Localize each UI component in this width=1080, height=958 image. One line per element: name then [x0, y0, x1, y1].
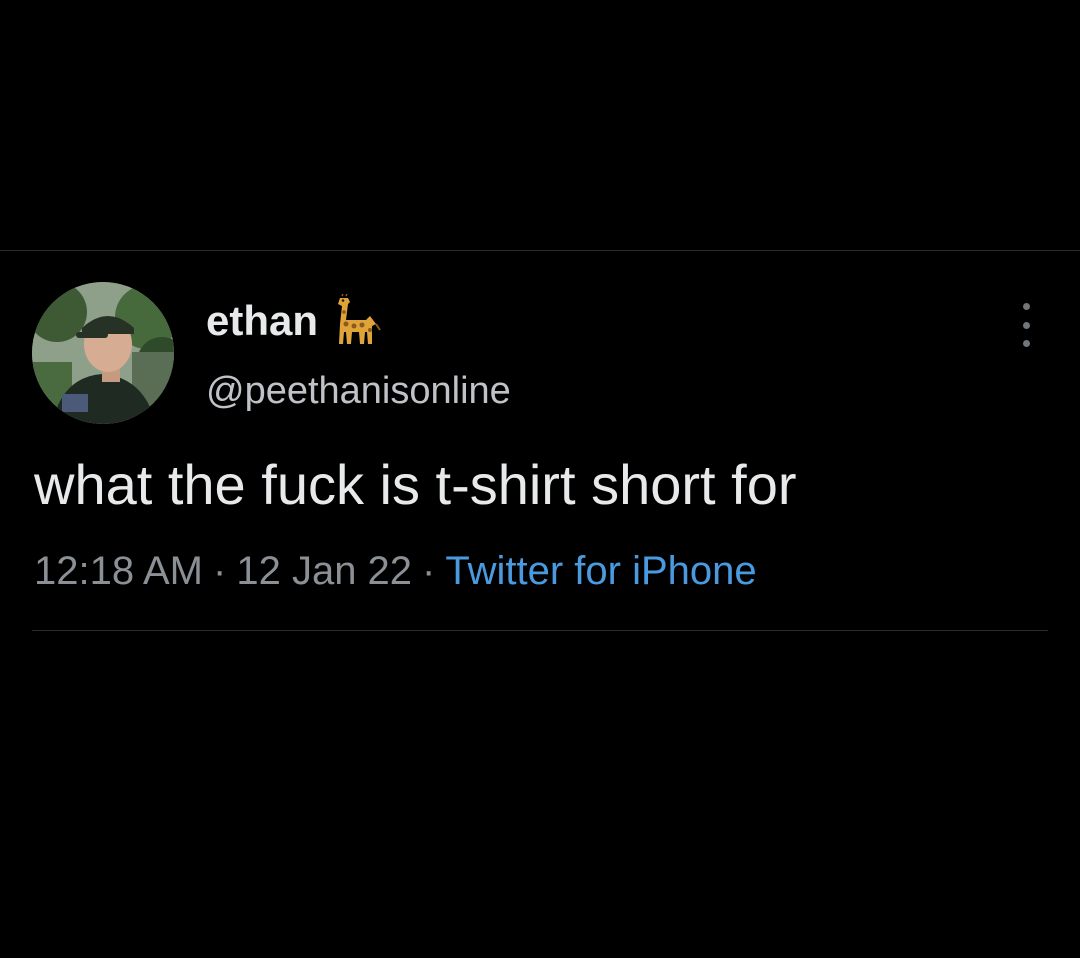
bottom-divider [32, 630, 1048, 631]
avatar[interactable] [32, 282, 174, 424]
more-dot [1022, 321, 1030, 329]
more-vertical-icon[interactable] [1012, 303, 1040, 347]
tweet-metadata: 12:18 AM · 12 Jan 22 · Twitter for iPhone [34, 547, 757, 595]
more-dot [1022, 340, 1030, 347]
separator-dot: · [422, 549, 436, 593]
tweet-date[interactable]: 12 Jan 22 [236, 549, 412, 593]
display-name[interactable]: ethan [206, 297, 318, 345]
more-dot [1022, 303, 1030, 310]
avatar-image [32, 282, 174, 424]
author-name-row[interactable]: ethan [206, 294, 382, 347]
separator-dot: · [213, 549, 227, 593]
tweet-time[interactable]: 12:18 AM [34, 549, 203, 593]
tweet-text: what the fuck is t-shirt short for [34, 453, 797, 516]
giraffe-icon [338, 294, 381, 344]
username-handle[interactable]: @peethanisonline [206, 369, 511, 413]
tweet-card[interactable]: ethan @peethanisonline what the fuck is … [0, 251, 1080, 631]
tweet-source-link[interactable]: Twitter for iPhone [445, 549, 756, 593]
